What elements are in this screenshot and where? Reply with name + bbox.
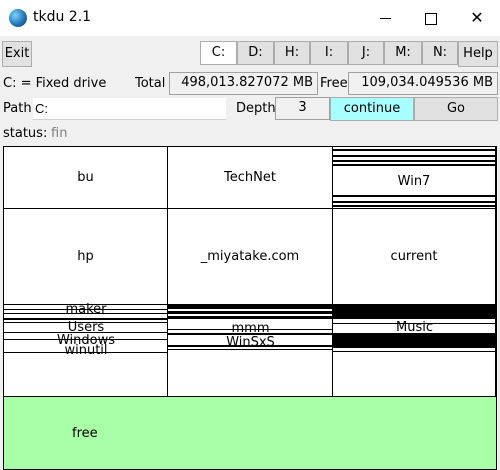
- exit-button[interactable]: Exit: [2, 41, 32, 67]
- maximize-button[interactable]: [408, 0, 454, 36]
- total-value: 498,013.827072 MB: [169, 72, 318, 95]
- treemap-line: [333, 149, 496, 151]
- treemap-line: [333, 205, 496, 207]
- drive-button-i[interactable]: I:: [310, 41, 348, 65]
- go-button[interactable]: Go: [414, 97, 498, 121]
- continue-button[interactable]: continue: [330, 97, 414, 121]
- minimize-button[interactable]: [362, 0, 408, 36]
- drive-button-j[interactable]: J:: [348, 41, 384, 65]
- treemap-canvas[interactable]: bu TechNet Win7 hp _miyatake.com current…: [3, 146, 497, 470]
- drive-button-m[interactable]: M:: [384, 41, 422, 65]
- treemap-label-winsxs: WinSxS: [226, 335, 275, 350]
- help-button[interactable]: Help: [458, 41, 498, 67]
- treemap-label-music: Music: [396, 320, 433, 335]
- close-icon: ✕: [470, 8, 484, 27]
- status-value: fin: [51, 126, 68, 141]
- treemap-line: [333, 164, 496, 166]
- treemap-line: [333, 160, 496, 162]
- depth-value[interactable]: 3: [275, 97, 330, 120]
- treemap-line: [333, 155, 496, 157]
- status-label: status:: [3, 126, 48, 141]
- treemap-cell-miyatake[interactable]: _miyatake.com: [168, 209, 333, 305]
- treemap-block: [168, 305, 333, 309]
- maximize-icon: [425, 12, 437, 25]
- treemap-line: [333, 351, 496, 352]
- treemap-cell-hp[interactable]: hp: [4, 209, 168, 305]
- globe-app-icon: [9, 9, 27, 27]
- treemap-cell-technet[interactable]: TechNet: [168, 147, 333, 209]
- treemap-label-maker: maker: [65, 302, 107, 317]
- path-label: Path: [3, 101, 32, 116]
- free-label: Free: [320, 76, 348, 91]
- drive-button-d[interactable]: D:: [237, 41, 274, 65]
- window-title: tkdu 2.1: [33, 9, 92, 25]
- treemap-block: [168, 311, 333, 314]
- drive-button-h[interactable]: H:: [274, 41, 310, 65]
- treemap-block: [168, 316, 333, 319]
- close-button[interactable]: ✕: [454, 0, 500, 36]
- drive-button-c[interactable]: C:: [200, 41, 237, 65]
- treemap-free-space[interactable]: free: [4, 397, 496, 469]
- minimize-icon: [379, 18, 391, 19]
- treemap-label-winutil: winutil: [64, 343, 108, 358]
- path-input[interactable]: [33, 98, 226, 120]
- drive-button-n[interactable]: N:: [422, 41, 458, 65]
- treemap-label-mmm: mmm: [231, 321, 270, 336]
- free-value: 109,034.049536 MB: [348, 72, 498, 95]
- treemap-block: [333, 333, 496, 348]
- total-label: Total: [135, 76, 166, 91]
- treemap-block: [333, 305, 496, 319]
- drive-description: C: = Fixed drive: [3, 76, 107, 91]
- treemap-cell-current[interactable]: current: [333, 209, 496, 305]
- treemap-line: [333, 201, 496, 203]
- treemap-cell-bu[interactable]: bu: [4, 147, 168, 209]
- title-bar: tkdu 2.1 ✕: [0, 0, 500, 36]
- treemap-line: [333, 195, 496, 197]
- depth-label: Depth: [236, 101, 276, 116]
